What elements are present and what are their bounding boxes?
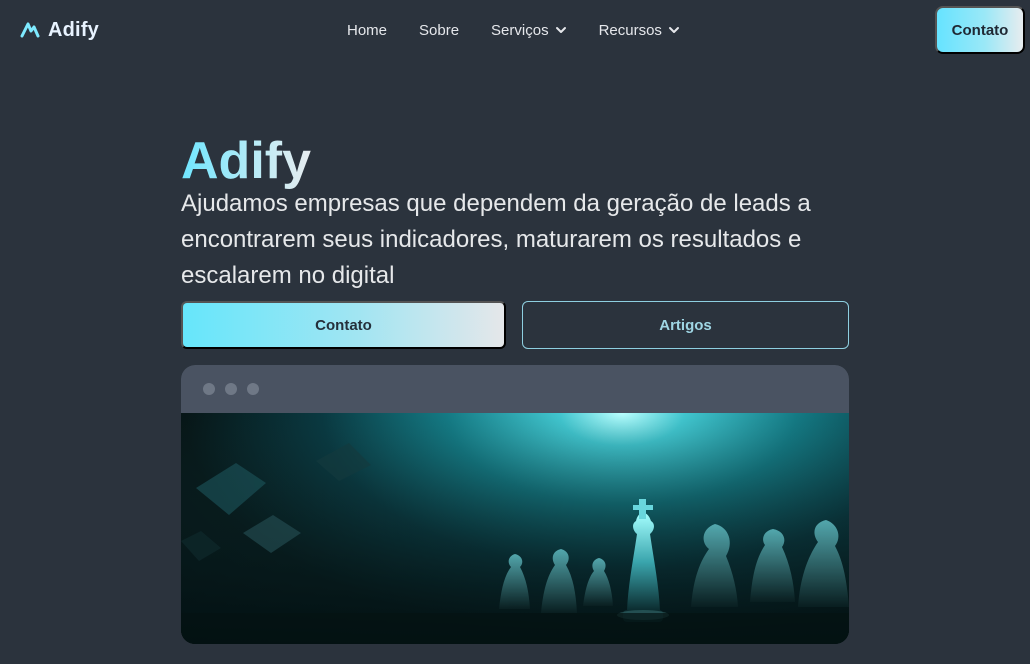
nav-servicos-dropdown[interactable]: Serviços — [491, 22, 567, 39]
hero-contact-button[interactable]: Contato — [181, 301, 506, 349]
hero-actions: Contato Artigos — [181, 301, 849, 349]
hero-articles-button[interactable]: Artigos — [522, 301, 849, 349]
hero-subtitle: Ajudamos empresas que dependem da geraçã… — [181, 190, 811, 289]
adify-logo-icon — [20, 20, 40, 40]
nav-recursos-dropdown[interactable]: Recursos — [599, 22, 680, 39]
brand-name: Adify — [48, 18, 99, 41]
nav-home-label: Home — [347, 21, 388, 39]
window-dot — [203, 383, 215, 395]
chess-hero-image — [181, 413, 849, 644]
main-nav: Home Sobre Serviços Recursos — [347, 17, 680, 43]
nav-home-link[interactable]: Home — [347, 22, 387, 39]
chevron-down-icon — [555, 24, 567, 36]
nav-servicos-label: Serviços — [491, 21, 549, 39]
window-dot — [225, 383, 237, 395]
chevron-down-icon — [668, 24, 680, 36]
nav-recursos-label: Recursos — [598, 21, 662, 39]
header-contact-button[interactable]: Contato — [935, 6, 1025, 54]
top-navigation: Adify Home Sobre Serviços Recursos Conta… — [0, 0, 1030, 60]
nav-sobre-link[interactable]: Sobre — [419, 22, 459, 39]
hero-title: Adify — [181, 131, 311, 190]
nav-sobre-label: Sobre — [419, 21, 460, 39]
window-dot — [247, 383, 259, 395]
browser-mockup — [181, 365, 849, 644]
browser-mockup-titlebar — [181, 365, 849, 413]
brand-logo[interactable]: Adify — [20, 16, 99, 44]
